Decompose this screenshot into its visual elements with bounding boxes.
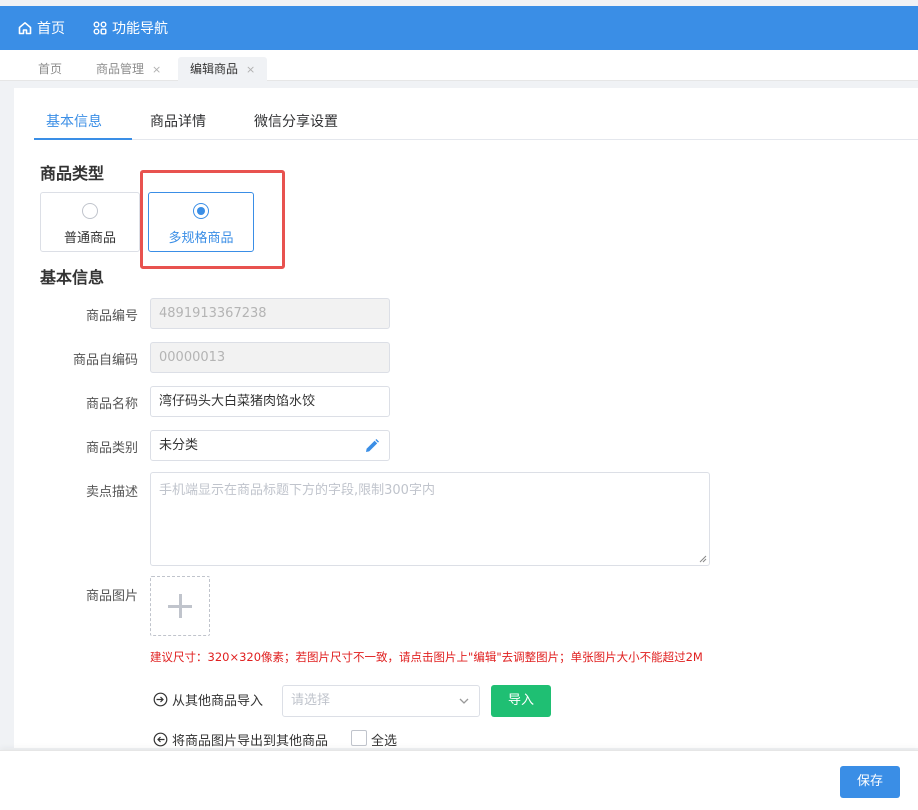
type-option-label: 多规格商品 [168,231,234,246]
selling-point-textarea[interactable]: 手机端显示在商品标题下方的字段,限制300字内 [150,472,710,566]
home-icon [18,22,32,35]
main-card: 基本信息 商品详情 微信分享设置 商品类型 普通商品 多规格商品 基本信息 商品… [14,88,918,749]
category-field[interactable]: 未分类 [150,430,390,461]
tag-label: 编辑商品 [190,62,239,76]
self-code-input[interactable]: 00000013 [150,342,390,373]
import-button[interactable]: 导入 [491,685,551,717]
tab-basic-info[interactable]: 基本信息 [46,104,102,140]
image-size-hint: 建议尺寸：320×320像素；若图片尺寸不一致，请点击图片上"编辑"去调整图片；… [150,650,703,664]
export-label-text: 将商品图片导出到其他商品 [172,734,329,749]
product-code-label: 商品编号 [85,309,138,324]
select-placeholder: 请选择 [291,693,331,708]
image-upload-button[interactable] [150,576,210,636]
save-button[interactable]: 保存 [840,766,900,798]
type-option-normal[interactable]: 普通商品 [40,192,140,252]
selling-point-label: 卖点描述 [85,485,138,500]
home-nav[interactable]: 首页 [18,6,65,50]
select-all-label[interactable]: 全选 [371,730,397,749]
close-icon[interactable]: × [246,63,255,76]
function-nav[interactable]: 功能导航 [93,6,168,50]
import-product-select[interactable]: 请选择 [282,685,480,717]
tabs: 基本信息 商品详情 微信分享设置 [34,104,918,140]
active-tab-indicator [34,138,132,140]
function-nav-label: 功能导航 [112,21,168,37]
textarea-placeholder: 手机端显示在商品标题下方的字段,限制300字内 [159,483,435,498]
category-label: 商品类别 [85,441,138,456]
product-name-input[interactable]: 湾仔码头大白菜猪肉馅水饺 [150,386,390,417]
top-nav-bar: 首页 功能导航 [0,6,918,50]
pencil-icon[interactable] [364,438,380,454]
tag-edit-product[interactable]: 编辑商品 × [178,57,268,81]
close-icon[interactable]: × [152,63,161,76]
select-all-checkbox[interactable] [351,730,367,746]
home-nav-label: 首页 [37,21,65,37]
type-option-multi-spec[interactable]: 多规格商品 [148,192,254,252]
import-label-text: 从其他商品导入 [172,694,264,709]
tag-home[interactable]: 首页 [26,57,74,81]
footer-bar: 保存 [0,750,918,810]
product-type-title: 商品类型 [40,164,105,183]
tab-product-details[interactable]: 商品详情 [150,104,206,140]
tab-wechat-share[interactable]: 微信分享设置 [254,104,338,140]
import-from-other-label: 从其他商品导入 [153,690,263,709]
resize-grip-icon[interactable] [699,555,707,563]
radio-button[interactable] [193,203,209,219]
radio-button[interactable] [82,203,98,219]
tag-product-management[interactable]: 商品管理 × [84,57,173,81]
tags-bar: 首页 商品管理 × 编辑商品 × [0,50,918,81]
basic-info-title: 基本信息 [40,268,105,287]
tag-label: 商品管理 [96,62,145,76]
product-image-label: 商品图片 [85,589,138,604]
product-code-input[interactable]: 4891913367238 [150,298,390,329]
export-icon [153,732,168,747]
grid-icon [93,21,107,35]
product-name-label: 商品名称 [85,397,138,412]
type-option-label: 普通商品 [63,231,116,246]
chevron-down-icon [459,698,469,704]
self-code-label: 商品自编码 [72,353,138,368]
import-icon [153,692,168,707]
export-to-other-label: 将商品图片导出到其他商品 [153,730,328,749]
category-value: 未分类 [159,438,199,453]
tag-label: 首页 [38,62,63,76]
